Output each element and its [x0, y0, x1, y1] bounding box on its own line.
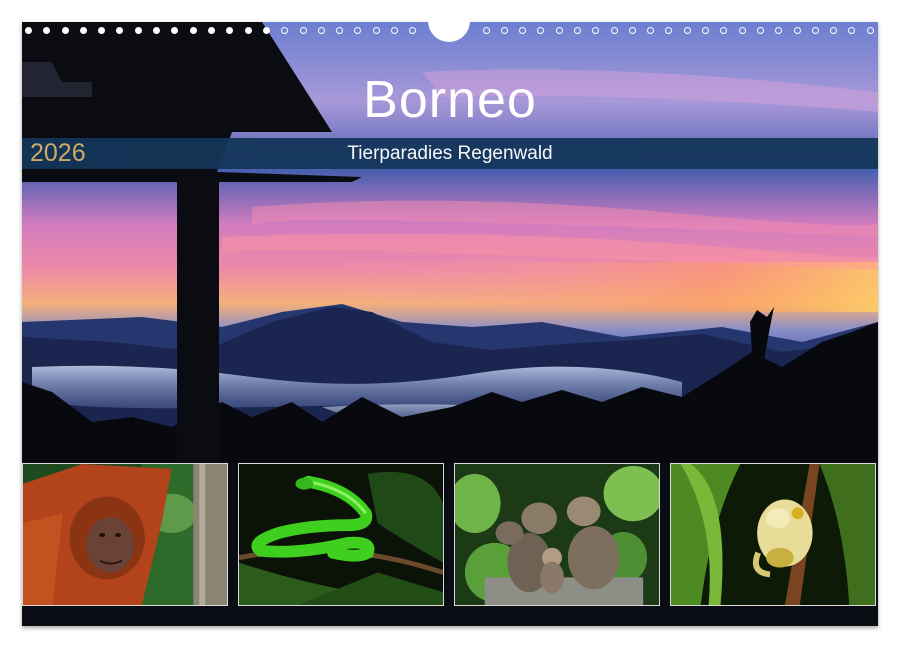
binding-hole — [62, 27, 69, 34]
binding-hole — [135, 27, 142, 34]
binding-hole — [80, 27, 87, 34]
binding-hole — [501, 27, 508, 34]
binding-hole — [611, 27, 618, 34]
binding-hole — [263, 27, 270, 34]
binding-hole — [775, 27, 782, 34]
binding-hole — [373, 27, 380, 34]
spiral-binding — [0, 0, 899, 44]
binding-hole — [830, 27, 837, 34]
binding-hole — [556, 27, 563, 34]
binding-hole — [354, 27, 361, 34]
binding-hole — [336, 27, 343, 34]
binding-hole — [318, 27, 325, 34]
binding-hole — [43, 27, 50, 34]
binding-hole — [592, 27, 599, 34]
binding-hole — [537, 27, 544, 34]
binding-hole — [98, 27, 105, 34]
binding-hole — [281, 27, 288, 34]
macaques-photo — [454, 463, 660, 606]
green-snake-photo — [238, 463, 444, 606]
binding-hole — [153, 27, 160, 34]
binding-hole — [629, 27, 636, 34]
binding-hole — [116, 27, 123, 34]
binding-hole — [848, 27, 855, 34]
binding-hole — [519, 27, 526, 34]
binding-hole — [171, 27, 178, 34]
binding-hole — [208, 27, 215, 34]
binding-hole — [794, 27, 801, 34]
binding-hole — [665, 27, 672, 34]
binding-hole — [684, 27, 691, 34]
calendar-title: Borneo — [363, 71, 537, 129]
binding-hole — [245, 27, 252, 34]
calendar-cover: Borneo 2026 Tierparadies Regenwald — [22, 22, 878, 626]
binding-hole — [300, 27, 307, 34]
binding-hole — [702, 27, 709, 34]
binding-hole — [25, 27, 32, 34]
binding-hole — [812, 27, 819, 34]
binding-hole — [483, 27, 490, 34]
tree-frog-photo — [670, 463, 876, 606]
binding-hole — [739, 27, 746, 34]
binding-hole — [867, 27, 874, 34]
binding-hole — [647, 27, 654, 34]
binding-hole — [757, 27, 764, 34]
binding-hole — [190, 27, 197, 34]
calendar-subtitle: Tierparadies Regenwald — [347, 143, 553, 164]
binding-hole — [226, 27, 233, 34]
orangutan-photo — [22, 463, 228, 606]
binding-hole — [574, 27, 581, 34]
binding-hole — [391, 27, 398, 34]
title-band: 2026 Tierparadies Regenwald — [22, 138, 878, 169]
binding-hole — [720, 27, 727, 34]
hanger-notch — [428, 0, 470, 42]
binding-hole — [409, 27, 416, 34]
